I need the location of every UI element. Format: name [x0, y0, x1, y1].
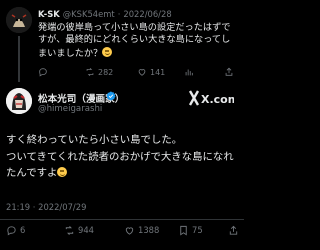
like-icon	[138, 69, 146, 76]
reply-tweet[interactable]: K-SK @KSK54emt · 2022/06/28 発端の彼岸島って小さい島の設定…	[0, 0, 244, 84]
like-icon	[125, 226, 134, 235]
retweet-button[interactable]: 944	[64, 224, 94, 236]
reply-retweet-button[interactable]: 282	[85, 66, 113, 78]
reply-actions: 282 141	[38, 66, 242, 78]
tweet-text-line2: ついてきてくれた読者のおかげで大きな島になれたんですよ	[6, 150, 234, 180]
retweet-icon	[65, 225, 74, 235]
author-handle[interactable]: @himeigarashi	[38, 104, 102, 114]
reply-button[interactable]: 6	[6, 224, 25, 236]
tweet-text-line1: すく終わっていたら小さい島でした。	[6, 134, 183, 146]
x-logo: X.com	[188, 90, 234, 106]
share-icon	[225, 67, 233, 76]
reply-views-button[interactable]	[184, 66, 194, 78]
reply-count: 6	[20, 225, 26, 235]
thinking-emoji-icon	[102, 46, 113, 57]
reply-icon	[7, 225, 16, 235]
reply-retweet-count: 282	[98, 67, 114, 77]
reply-avatar[interactable]	[6, 7, 32, 33]
reply-like-count: 141	[150, 67, 166, 77]
divider	[0, 219, 244, 220]
like-button[interactable]: 1388	[124, 224, 159, 236]
bookmark-count: 75	[192, 225, 203, 235]
tweet-timestamp[interactable]: 21:19 · 2022/07/29	[6, 202, 86, 212]
reply-display-name[interactable]: K-SK	[38, 9, 60, 19]
reply-like-button[interactable]: 141	[137, 66, 165, 78]
views-icon	[185, 69, 193, 76]
share-button[interactable]	[228, 224, 239, 236]
like-count: 1388	[138, 225, 160, 235]
bookmark-icon	[180, 225, 187, 235]
x-brand-text: X.com	[201, 93, 234, 106]
tweet-text: すく終わっていたら小さい島でした。 ついてきてくれた読者のおかげで大きな島になれ…	[6, 132, 240, 182]
thread-line	[18, 36, 20, 82]
tweet-text-line2-wrap: ついてきてくれた読者のおかげで大きな島になれたんですよ	[6, 149, 240, 182]
reply-date[interactable]: 2022/06/28	[123, 9, 171, 19]
tweet-actions: 6 944 1388 75	[0, 224, 244, 238]
author-avatar[interactable]	[6, 88, 32, 114]
reply-text: 発端の彼岸島って小さい島の設定だったはずですが、最終的にどれくらい大きな島になっ…	[38, 22, 234, 60]
reply-separator: ·	[117, 9, 121, 19]
share-icon	[229, 225, 238, 235]
verified-badge-icon	[106, 91, 116, 101]
smiling-emoji-icon	[57, 167, 68, 177]
reply-text-body: 発端の彼岸島って小さい島の設定だったはずですが、最終的にどれくらい大きな島になっ…	[38, 22, 231, 59]
reply-icon	[39, 68, 47, 77]
reply-reply-button[interactable]	[38, 66, 51, 78]
bookmark-button[interactable]: 75	[178, 224, 203, 236]
reply-avatar-image	[6, 7, 32, 33]
reply-share-button[interactable]	[224, 66, 234, 78]
author-avatar-image	[6, 88, 32, 114]
retweet-icon	[86, 67, 94, 77]
retweet-count: 944	[78, 225, 94, 235]
reply-header: K-SK @KSK54emt · 2022/06/28	[38, 9, 172, 19]
reply-handle[interactable]: @KSK54emt	[63, 9, 115, 19]
